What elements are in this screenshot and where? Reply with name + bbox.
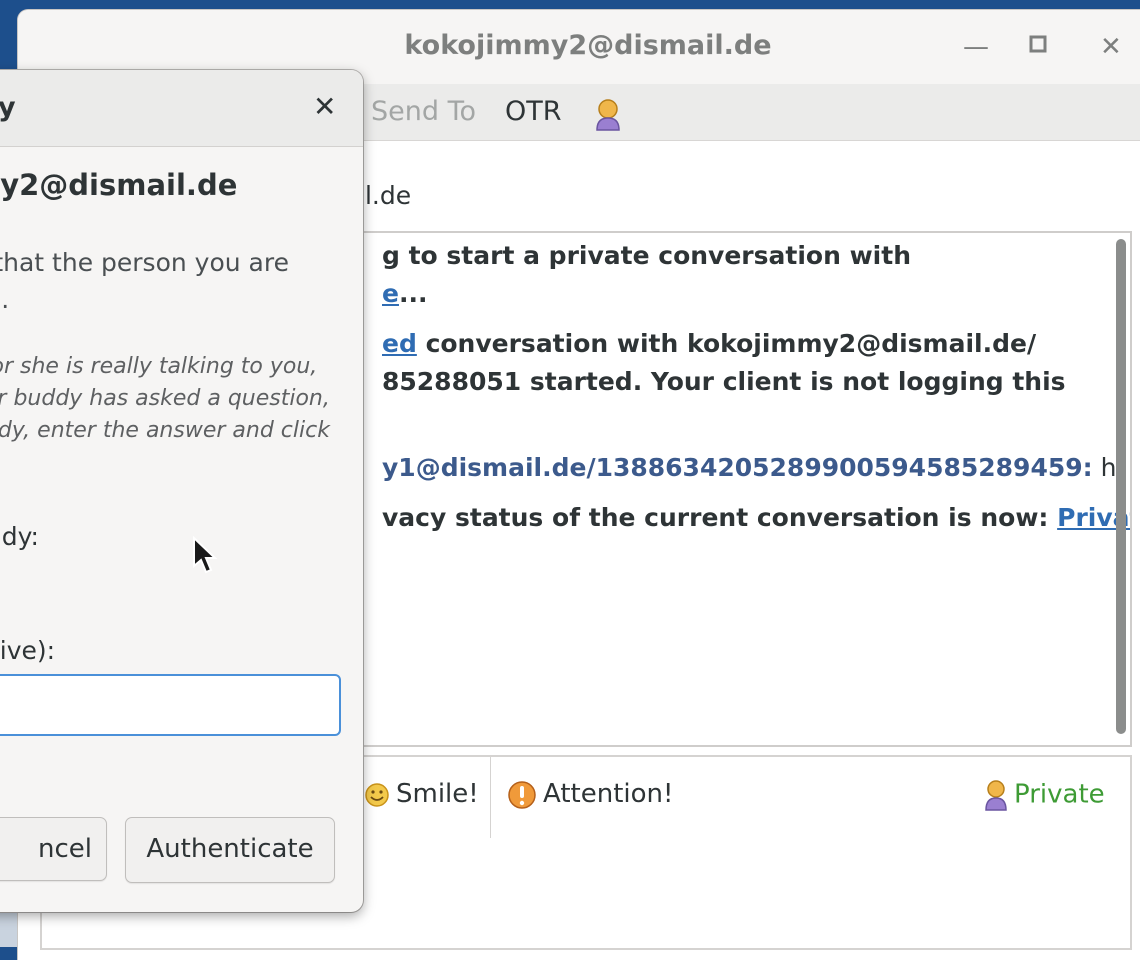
smile-button[interactable]: Smile!	[364, 779, 479, 809]
otr-private-button[interactable]: Private	[984, 779, 1105, 811]
dialog-intro-line: e that the person you are	[0, 248, 289, 277]
log-line: g to start a private conversation with	[382, 241, 911, 270]
dialog-note-line: our buddy has asked a question,	[0, 386, 330, 411]
smiley-icon	[365, 782, 389, 807]
log-line: e...	[382, 279, 428, 308]
unverified-link[interactable]: ed	[382, 329, 417, 358]
cancel-button[interactable]: ncel	[0, 817, 107, 881]
answer-input[interactable]	[0, 674, 341, 736]
log-scrollbar[interactable]	[1116, 239, 1126, 734]
question-label: uddy:	[0, 522, 39, 551]
dialog-note-line: uddy, enter the answer and click	[0, 418, 330, 443]
dialog-header[interactable]: y ✕	[0, 70, 363, 147]
dialog-close-icon[interactable]: ✕	[313, 90, 336, 123]
answer-label: sitive):	[0, 636, 56, 665]
log-line: 85288051 started. Your client is not log…	[382, 367, 1066, 396]
close-icon[interactable]: ✕	[1100, 32, 1122, 62]
dialog-heading: my2@dismail.de	[0, 168, 238, 202]
attention-icon	[508, 780, 536, 809]
log-link[interactable]: e	[382, 279, 399, 308]
minimize-icon[interactable]: —	[963, 32, 989, 62]
dialog-note-line: e or she is really talking to you,	[0, 354, 318, 379]
sender-nick: y1@dismail.de/13886342052899005945852894…	[382, 453, 1093, 482]
desktop-background	[0, 910, 18, 947]
menu-otr[interactable]: OTR	[505, 96, 562, 127]
toolbar-separator	[490, 757, 491, 839]
menu-send-to[interactable]: Send To	[371, 96, 476, 127]
otr-private-status-icon[interactable]	[595, 98, 621, 132]
conversation-tab-label[interactable]: il.de	[358, 181, 411, 210]
otr-private-icon	[985, 780, 1007, 811]
mouse-pointer-icon	[193, 536, 218, 574]
dialog-title: y	[0, 92, 16, 123]
maximize-icon[interactable]	[1028, 32, 1048, 62]
log-line: ed conversation with kokojimmy2@dismail.…	[382, 329, 1037, 358]
authenticate-buddy-dialog: y ✕ my2@dismail.de e that the person you…	[0, 70, 363, 912]
authenticate-button[interactable]: Authenticate	[125, 817, 335, 883]
log-line: vacy status of the current conversation …	[382, 499, 1130, 537]
dialog-intro-line: be.	[0, 285, 10, 314]
message-line: y1@dismail.de/13886342052899005945852894…	[382, 449, 1123, 487]
attention-button[interactable]: Attention!	[507, 779, 673, 810]
